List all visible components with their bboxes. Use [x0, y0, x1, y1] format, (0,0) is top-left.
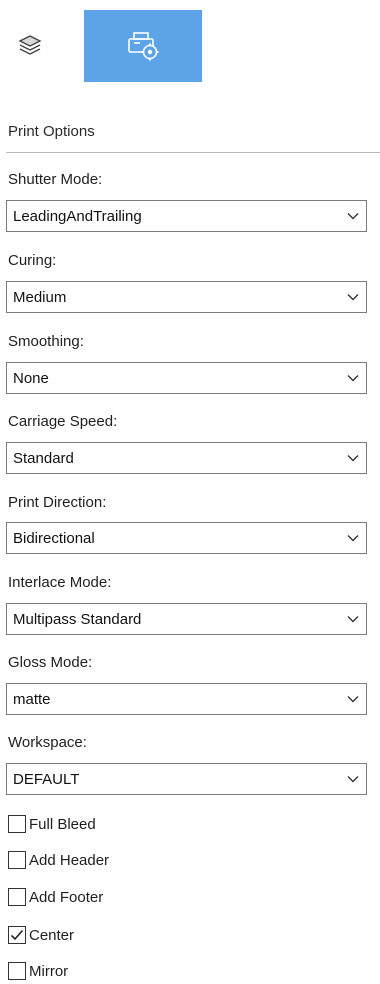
interlace-mode-value: Multipass Standard	[13, 610, 142, 628]
curing-value: Medium	[13, 288, 67, 306]
gloss-mode-label: Gloss Mode:	[8, 654, 93, 671]
shutter-mode-value: LeadingAndTrailing	[13, 207, 142, 225]
interlace-mode-label: Interlace Mode:	[8, 574, 112, 591]
workspace-value: DEFAULT	[13, 770, 80, 788]
gloss-mode-value: matte	[13, 690, 51, 708]
print-direction-value: Bidirectional	[13, 529, 95, 547]
smoothing-value: None	[13, 369, 49, 387]
layers-icon	[18, 35, 42, 55]
curing-select[interactable]: Medium	[6, 281, 367, 313]
print-direction-select[interactable]: Bidirectional	[6, 522, 367, 554]
add-footer-label: Add Footer	[29, 888, 104, 906]
gloss-mode-select[interactable]: matte	[6, 683, 367, 715]
shutter-mode-select[interactable]: LeadingAndTrailing	[6, 200, 367, 232]
chevron-down-icon	[340, 282, 366, 312]
printer-settings-icon	[128, 32, 159, 61]
workspace-select[interactable]: DEFAULT	[6, 763, 367, 795]
checkbox-box	[8, 815, 26, 833]
checkbox-box	[8, 851, 26, 869]
add-footer-checkbox[interactable]: Add Footer	[8, 886, 103, 908]
chevron-down-icon	[340, 443, 366, 473]
chevron-down-icon	[340, 363, 366, 393]
smoothing-select[interactable]: None	[6, 362, 367, 394]
carriage-speed-label: Carriage Speed:	[8, 413, 118, 430]
full-bleed-checkbox[interactable]: Full Bleed	[8, 813, 96, 835]
add-header-checkbox[interactable]: Add Header	[8, 849, 109, 871]
interlace-mode-select[interactable]: Multipass Standard	[6, 603, 367, 635]
shutter-mode-label: Shutter Mode:	[8, 171, 103, 188]
tab-print-options[interactable]	[84, 10, 202, 82]
chevron-down-icon	[340, 604, 366, 634]
checkbox-box	[8, 962, 26, 980]
full-bleed-label: Full Bleed	[29, 815, 96, 833]
carriage-speed-select[interactable]: Standard	[6, 442, 367, 474]
chevron-down-icon	[340, 201, 366, 231]
chevron-down-icon	[340, 764, 366, 794]
checkbox-box	[8, 888, 26, 906]
center-label: Center	[29, 926, 75, 944]
tab-bar	[0, 0, 380, 90]
checkbox-box	[8, 926, 26, 944]
tab-layers[interactable]	[0, 10, 60, 82]
curing-label: Curing:	[8, 252, 57, 269]
center-checkbox[interactable]: Center	[8, 924, 74, 946]
checkmark-icon	[10, 929, 24, 941]
section-title: Print Options	[8, 123, 95, 140]
print-direction-label: Print Direction:	[8, 494, 107, 511]
add-header-label: Add Header	[29, 851, 110, 869]
carriage-speed-value: Standard	[13, 449, 74, 467]
smoothing-label: Smoothing:	[8, 333, 84, 350]
divider	[6, 152, 380, 153]
mirror-checkbox[interactable]: Mirror	[8, 960, 68, 982]
workspace-label: Workspace:	[8, 734, 87, 751]
chevron-down-icon	[340, 523, 366, 553]
mirror-label: Mirror	[29, 962, 69, 980]
chevron-down-icon	[340, 684, 366, 714]
